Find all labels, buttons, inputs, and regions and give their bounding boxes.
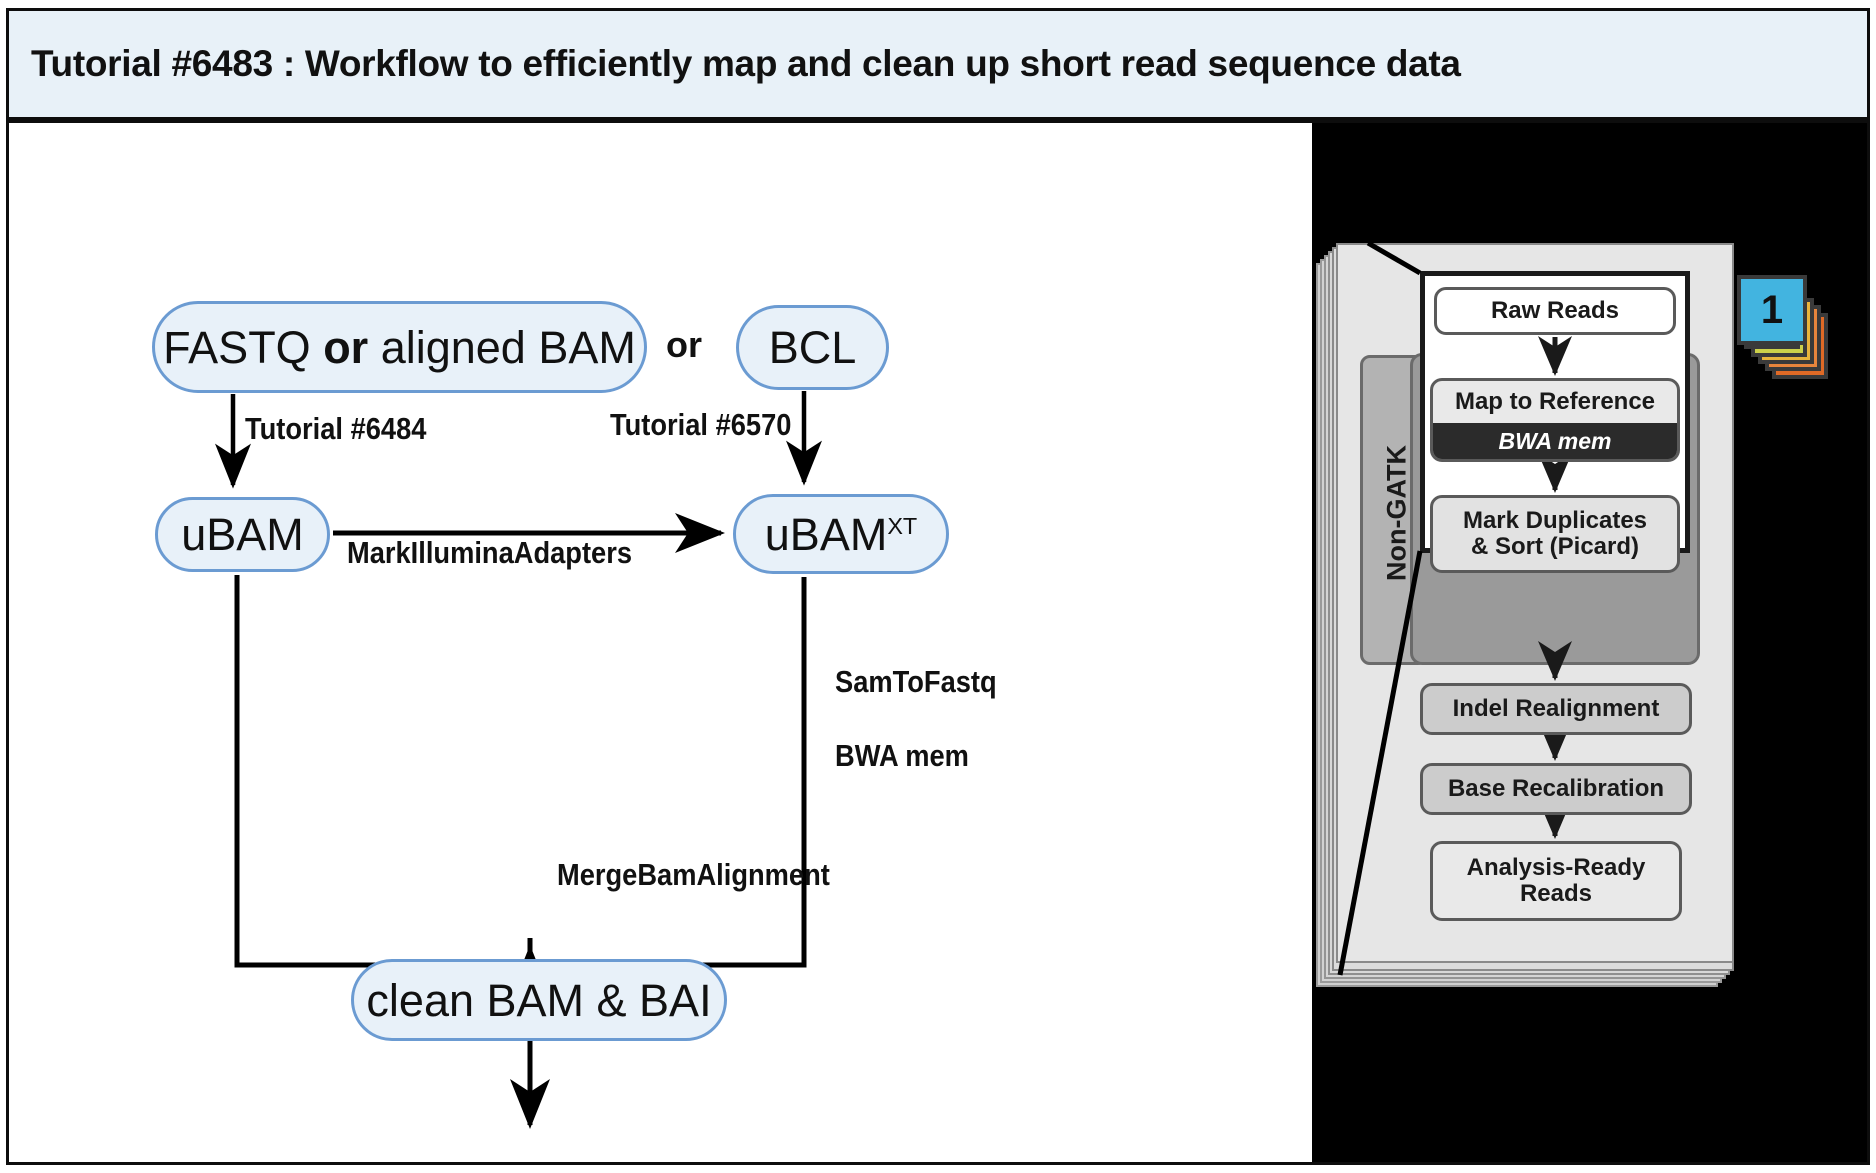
node-ubam[interactable]: uBAM: [155, 497, 330, 572]
edge-label-tutorial-6484: Tutorial #6484: [245, 411, 427, 446]
node-ubam-xt-superscript: XT: [887, 512, 918, 539]
workflow-pane: FASTQ or aligned BAM or BCL uBAM uBAMXT …: [9, 123, 1312, 1162]
gatk-step-mark-duplicates-line2: & Sort (Picard): [1470, 533, 1640, 560]
node-ubam-xt[interactable]: uBAMXT: [733, 494, 949, 574]
node-fastq-or-aligned-bam[interactable]: FASTQ or aligned BAM: [152, 301, 647, 393]
node-fastq-text-bold: or: [323, 321, 369, 373]
gatk-step-base-recalibration-label: Base Recalibration: [1447, 775, 1665, 803]
node-ubam-label: uBAM: [181, 509, 304, 560]
gatk-step-raw-reads-label: Raw Reads: [1490, 297, 1620, 325]
title-bar: Tutorial #6483 : Workflow to efficiently…: [6, 8, 1870, 120]
gatk-step-analysis-ready-line1: Analysis-Ready: [1466, 854, 1646, 882]
or-separator-label: or: [666, 324, 702, 365]
node-clean-bam-bai[interactable]: clean BAM & BAI: [351, 959, 727, 1041]
gatk-step-analysis-ready-line2: Reads: [1519, 880, 1593, 907]
gatk-step-map-tool-label: BWA mem: [1433, 423, 1677, 459]
node-fastq-text-2: aligned BAM: [368, 321, 636, 373]
edge-label-samtofastq: SamToFastq: [835, 664, 997, 699]
edge-label-tutorial-6570: Tutorial #6570: [610, 407, 792, 442]
page-title: Tutorial #6483 : Workflow to efficiently…: [31, 43, 1461, 84]
tab-badge-number: 1: [1760, 287, 1784, 332]
gatk-step-analysis-ready-reads[interactable]: Analysis-Ready Reads: [1430, 841, 1682, 921]
edge-label-bwa-mem: BWA mem: [835, 738, 969, 773]
gatk-step-indel-realignment-label: Indel Realignment: [1452, 695, 1660, 723]
gatk-step-raw-reads[interactable]: Raw Reads: [1434, 287, 1676, 335]
tab-badge-1[interactable]: 1: [1737, 275, 1807, 345]
gatk-step-mark-duplicates-line1: Mark Duplicates: [1462, 507, 1648, 535]
edge-label-mergebamalignment: MergeBamAlignment: [557, 857, 830, 892]
node-ubam-xt-base: uBAM: [764, 508, 888, 560]
node-bcl-label: BCL: [768, 322, 857, 373]
gatk-best-practices-pane: 1 Non-GATK Raw Reads Map to Reference BW…: [1312, 123, 1867, 1162]
diagram-root: Tutorial #6483 : Workflow to efficiently…: [0, 0, 1876, 1173]
gatk-step-base-recalibration[interactable]: Base Recalibration: [1420, 763, 1692, 815]
node-fastq-text-1: FASTQ: [163, 321, 324, 373]
edge-label-markilluminaadapters: MarkIlluminaAdapters: [347, 535, 633, 570]
node-clean-label: clean BAM & BAI: [366, 974, 712, 1026]
gatk-step-indel-realignment[interactable]: Indel Realignment: [1420, 683, 1692, 735]
node-bcl[interactable]: BCL: [736, 305, 889, 390]
gatk-step-map-label: Map to Reference: [1454, 388, 1656, 416]
gatk-step-map-to-reference[interactable]: Map to Reference BWA mem: [1430, 378, 1680, 462]
gatk-step-mark-duplicates[interactable]: Mark Duplicates & Sort (Picard): [1430, 495, 1680, 573]
